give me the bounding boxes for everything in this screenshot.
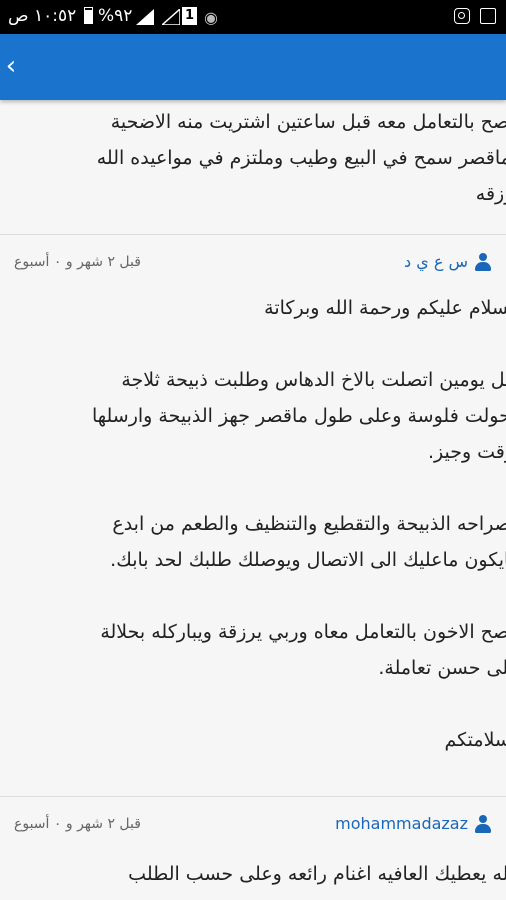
comment-date: قبل ٢ شهر و ٠ أسبوع <box>14 816 141 832</box>
sim-icon: 1 <box>182 7 197 25</box>
username: س ع ي د <box>404 252 468 271</box>
signal-icon <box>136 9 154 25</box>
app-bar: ‹ <box>0 34 506 100</box>
username-link[interactable]: mohammadazaz <box>335 814 492 833</box>
user-icon <box>474 814 492 833</box>
instagram-icon <box>454 8 470 24</box>
comment-date: قبل ٢ شهر و ٠ أسبوع <box>14 254 141 270</box>
chevron-left-icon[interactable]: ‹ <box>4 51 18 81</box>
username-link[interactable]: س ع ي د <box>404 252 492 271</box>
comment-text: السلام عليكم ورحمة الله وبركاتة قبل يومي… <box>91 297 506 751</box>
divider <box>0 234 506 235</box>
user-icon <box>474 252 492 271</box>
signal-icon <box>162 9 180 25</box>
battery-percent: %٩٢ <box>98 6 133 26</box>
username: mohammadazaz <box>335 814 468 833</box>
comment-header: س ع ي د قبل ٢ شهر و ٠ أسبوع <box>0 252 506 286</box>
comment-header: mohammadazaz قبل ٢ شهر و ٠ أسبوع <box>0 814 506 848</box>
wifi-icon: ◉ <box>204 8 218 27</box>
post-text: انصح بالتعامل معه قبل ساعتين اشتريت منه … <box>96 111 506 205</box>
status-bar: ١٠:٥٢ ص %٩٢ 1 ◉ <box>0 0 506 34</box>
battery-icon <box>84 7 93 24</box>
clock: ١٠:٥٢ ص <box>8 6 77 26</box>
divider <box>0 796 506 797</box>
gallery-icon <box>480 8 496 24</box>
comment-text: الله يعطيك العافيه اغنام رائعه وعلى حسب … <box>128 863 506 885</box>
